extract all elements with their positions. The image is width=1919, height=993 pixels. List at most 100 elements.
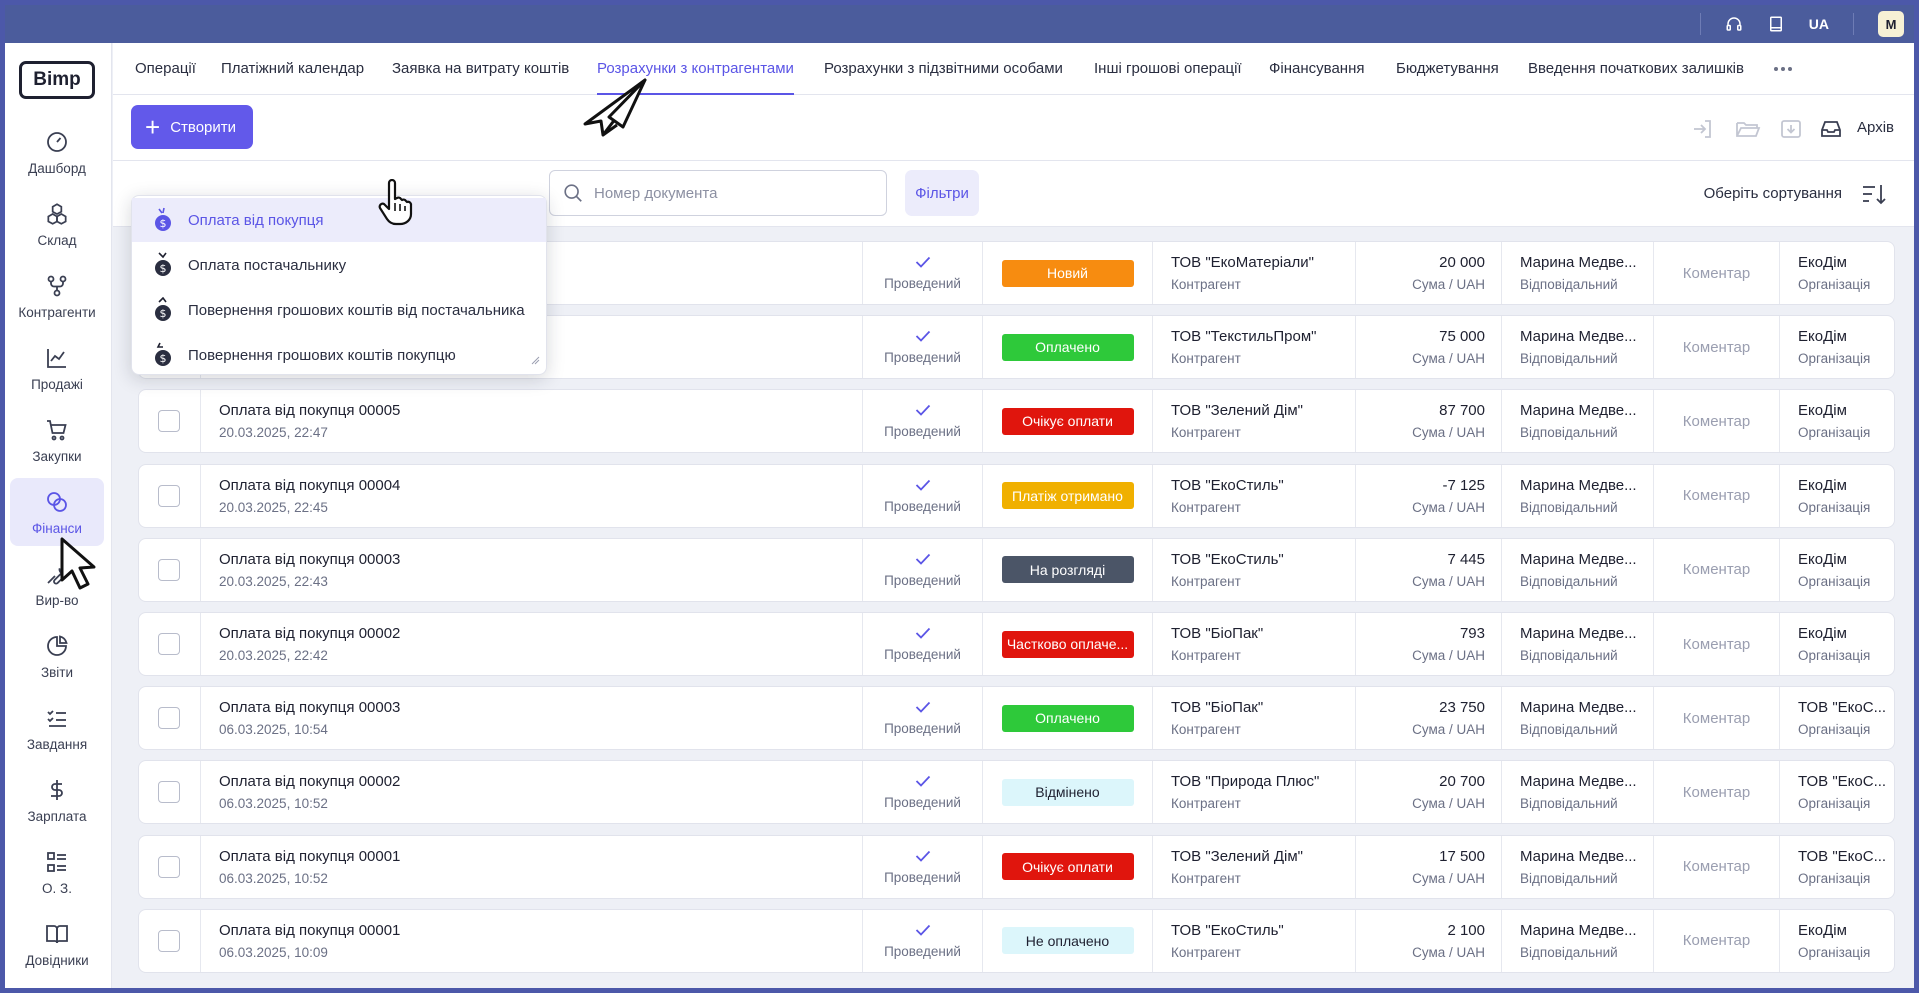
responsible-name[interactable]: Марина Медве... <box>1520 254 1637 271</box>
menu-item-refund-to-buyer[interactable]: $ Повернення грошових коштів покупцю <box>132 333 546 377</box>
table-row[interactable]: Оплата від покупця 00003 20.03.2025, 22:… <box>138 537 1895 602</box>
counterparty-name[interactable]: ТОВ "ЕкоСтиль" <box>1171 551 1284 568</box>
organization-name[interactable]: ЕкоДім <box>1798 625 1847 642</box>
row-checkbox[interactable] <box>158 633 180 655</box>
resize-grip-icon[interactable] <box>531 352 540 370</box>
row-checkbox[interactable] <box>158 558 180 581</box>
sort-select[interactable]: Оберіть сортування <box>1704 185 1842 202</box>
tab-operations[interactable]: Операції <box>135 43 196 95</box>
comment-field[interactable]: Коментар <box>1654 687 1779 749</box>
row-checkbox[interactable] <box>158 929 180 952</box>
user-avatar[interactable]: M <box>1878 11 1904 37</box>
sidebar-item-tasks[interactable]: Завдання <box>10 694 104 762</box>
sort-icon[interactable] <box>1860 180 1888 208</box>
sidebar-item-dashboard[interactable]: Дашборд <box>10 118 104 186</box>
row-checkbox[interactable] <box>158 484 180 507</box>
document-name[interactable]: Оплата від покупця 00001 <box>219 922 400 939</box>
counterparty-name[interactable]: ТОВ "Природа Плюс" <box>1171 773 1319 790</box>
document-name[interactable]: Оплата від покупця 00002 <box>219 625 400 642</box>
document-name[interactable]: Оплата від покупця 00001 <box>219 848 400 865</box>
status-badge[interactable]: Очікує оплати <box>1001 853 1134 881</box>
row-checkbox[interactable] <box>158 410 180 433</box>
organization-name[interactable]: ЕкоДім <box>1798 551 1847 568</box>
filters-button[interactable]: Фільтри <box>905 170 979 216</box>
document-name[interactable]: Оплата від покупця 00003 <box>219 551 400 568</box>
counterparty-name[interactable]: ТОВ "Зелений Дім" <box>1171 848 1303 865</box>
archive-button[interactable]: Архів <box>1857 119 1894 136</box>
counterparty-name[interactable]: ТОВ "БіоПак" <box>1171 625 1263 642</box>
counterparty-name[interactable]: ТОВ "ЕкоСтиль" <box>1171 922 1284 939</box>
book-icon[interactable] <box>1765 13 1787 35</box>
document-name[interactable]: Оплата від покупця 00003 <box>219 699 400 716</box>
tab-opening-balances[interactable]: Введення початкових залишків <box>1528 43 1744 95</box>
table-row[interactable]: Оплата від покупця 00004 20.03.2025, 22:… <box>138 463 1895 528</box>
organization-name[interactable]: ТОВ "ЕкоС... <box>1798 848 1886 865</box>
document-name[interactable]: Оплата від покупця 00002 <box>219 773 400 790</box>
import-icon[interactable] <box>1690 116 1716 142</box>
status-badge[interactable]: Новий <box>1001 259 1134 287</box>
menu-item-payment-from-buyer[interactable]: $ Оплата від покупця <box>132 198 546 242</box>
sidebar-item-directories[interactable]: Довідники <box>10 910 104 978</box>
organization-name[interactable]: ЕкоДім <box>1798 922 1847 939</box>
counterparty-name[interactable]: ТОВ "БіоПак" <box>1171 699 1263 716</box>
sidebar-item-warehouse[interactable]: Склад <box>10 190 104 258</box>
organization-name[interactable]: ТОВ "ЕкоС... <box>1798 699 1886 716</box>
organization-name[interactable]: ЕкоДім <box>1798 328 1847 345</box>
status-badge[interactable]: Оплачено <box>1001 704 1134 732</box>
status-badge[interactable]: Частково оплаче... <box>1001 630 1134 658</box>
table-row[interactable]: Оплата від покупця 00003 06.03.2025, 10:… <box>138 686 1895 751</box>
responsible-name[interactable]: Марина Медве... <box>1520 551 1637 568</box>
sidebar-item-reports[interactable]: Звіти <box>10 622 104 690</box>
create-button[interactable]: + Створити <box>131 105 253 149</box>
more-tabs-icon[interactable] <box>1771 43 1795 95</box>
table-row[interactable]: Оплата від покупця 00001 06.03.2025, 10:… <box>138 908 1895 973</box>
sidebar-item-finance[interactable]: Фінанси <box>10 478 104 546</box>
row-checkbox[interactable] <box>158 707 180 730</box>
comment-field[interactable]: Коментар <box>1654 761 1779 823</box>
comment-field[interactable]: Коментар <box>1654 613 1779 675</box>
responsible-name[interactable]: Марина Медве... <box>1520 625 1637 642</box>
comment-field[interactable]: Коментар <box>1654 836 1779 898</box>
search-input[interactable] <box>594 184 864 202</box>
menu-item-payment-to-supplier[interactable]: $ Оплата постачальнику <box>132 243 546 287</box>
tab-financing[interactable]: Фінансування <box>1269 43 1364 95</box>
comment-field[interactable]: Коментар <box>1654 465 1779 527</box>
document-name[interactable]: Оплата від покупця 00005 <box>219 402 400 419</box>
download-box-icon[interactable] <box>1778 116 1804 142</box>
logo[interactable]: Bimp <box>19 61 95 99</box>
row-checkbox[interactable] <box>158 855 180 878</box>
responsible-name[interactable]: Марина Медве... <box>1520 328 1637 345</box>
sidebar-item-purchases[interactable]: Закупки <box>10 406 104 474</box>
organization-name[interactable]: ТОВ "ЕкоС... <box>1798 773 1886 790</box>
status-badge[interactable]: Оплачено <box>1001 333 1134 361</box>
status-badge[interactable]: Відмінено <box>1001 778 1134 806</box>
status-badge[interactable]: Платіж отримано <box>1001 482 1134 510</box>
responsible-name[interactable]: Марина Медве... <box>1520 922 1637 939</box>
menu-item-refund-from-supplier[interactable]: $ Повернення грошових коштів від постача… <box>132 288 546 332</box>
counterparty-name[interactable]: ТОВ "ТекстильПром" <box>1171 328 1316 345</box>
table-row[interactable]: Оплата від покупця 00002 20.03.2025, 22:… <box>138 612 1895 676</box>
tab-other-cash-operations[interactable]: Інші грошові операції <box>1094 43 1242 95</box>
table-row[interactable]: Оплата від покупця 00001 06.03.2025, 10:… <box>138 834 1895 899</box>
sidebar-item-fixed-assets[interactable]: О. З. <box>10 838 104 906</box>
headset-icon[interactable] <box>1723 13 1745 35</box>
comment-field[interactable]: Коментар <box>1654 242 1779 304</box>
counterparty-name[interactable]: ТОВ "ЕкоМатеріали" <box>1171 254 1314 271</box>
folder-open-icon[interactable] <box>1735 116 1761 142</box>
organization-name[interactable]: ЕкоДім <box>1798 254 1847 271</box>
table-row[interactable]: Оплата від покупця 00002 06.03.2025, 10:… <box>138 760 1895 825</box>
table-row[interactable]: Оплата від покупця 00005 20.03.2025, 22:… <box>138 389 1895 454</box>
organization-name[interactable]: ЕкоДім <box>1798 477 1847 494</box>
organization-name[interactable]: ЕкоДім <box>1798 402 1847 419</box>
responsible-name[interactable]: Марина Медве... <box>1520 848 1637 865</box>
counterparty-name[interactable]: ТОВ "ЕкоСтиль" <box>1171 477 1284 494</box>
status-badge[interactable]: Не оплачено <box>1001 927 1134 955</box>
sidebar-item-sales[interactable]: Продажі <box>10 334 104 402</box>
language-switch[interactable]: UA <box>1809 16 1829 32</box>
comment-field[interactable]: Коментар <box>1654 539 1779 601</box>
tab-accountable-persons[interactable]: Розрахунки з підзвітними особами <box>824 43 1063 95</box>
responsible-name[interactable]: Марина Медве... <box>1520 402 1637 419</box>
tab-counterparty-settlements[interactable]: Розрахунки з контрагентами <box>597 43 794 95</box>
counterparty-name[interactable]: ТОВ "Зелений Дім" <box>1171 402 1303 419</box>
status-badge[interactable]: На розгляді <box>1001 556 1134 584</box>
